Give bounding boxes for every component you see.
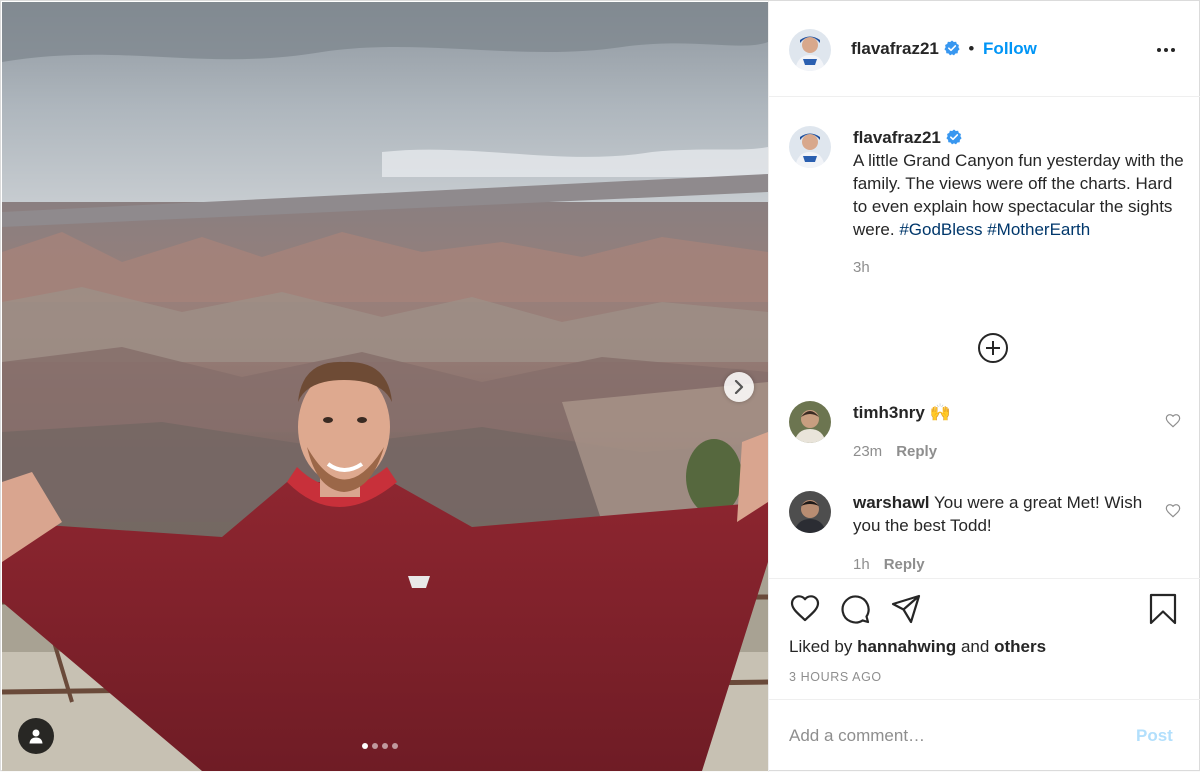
comment-timestamp: 23m: [853, 443, 883, 460]
commenter-username[interactable]: warshawl: [853, 493, 930, 512]
follow-button[interactable]: Follow: [983, 39, 1037, 58]
comment-like-heart-icon[interactable]: [1165, 413, 1181, 429]
post-header: flavafraz21 • Follow: [769, 1, 1200, 97]
comment-meta: 23m Reply: [853, 443, 937, 460]
likes-connector: and: [960, 637, 990, 656]
paper-plane-icon[interactable]: [890, 593, 922, 625]
likes-summary: Liked by hannahwing and others: [789, 637, 1046, 657]
commenter-avatar[interactable]: [789, 491, 831, 533]
post-caption: flavafraz21 A little Grand Canyon fun ye…: [853, 126, 1188, 279]
comment-body: timh3nry 🙌: [853, 401, 1143, 424]
caption-author-avatar[interactable]: [789, 126, 831, 168]
bookmark-icon[interactable]: [1147, 593, 1179, 625]
carousel-dot: [392, 743, 398, 749]
header-separator: •: [968, 39, 975, 58]
carousel-dot-active: [362, 743, 368, 749]
hashtag-link[interactable]: #MotherEarth: [987, 220, 1090, 239]
comments-section[interactable]: flavafraz21 A little Grand Canyon fun ye…: [769, 98, 1200, 578]
add-comment-input[interactable]: [789, 724, 1109, 748]
post-photo[interactable]: [2, 2, 768, 771]
commenter-avatar-image: [789, 491, 831, 533]
likes-prefix: Liked by: [789, 637, 853, 656]
user-tag-button[interactable]: [18, 718, 54, 754]
caption-timestamp: 3h: [853, 259, 870, 276]
comment-body: warshawl You were a great Met! Wish you …: [853, 491, 1143, 537]
author-avatar[interactable]: [789, 29, 831, 71]
liker-username[interactable]: hannahwing: [857, 637, 956, 656]
verified-badge-icon: [946, 129, 962, 145]
comment-text: 🙌: [929, 403, 951, 422]
chevron-right-icon: [734, 380, 744, 394]
carousel-indicator: [362, 743, 398, 749]
hashtag-link[interactable]: #GodBless: [899, 220, 982, 239]
commenter-username[interactable]: timh3nry: [853, 403, 925, 422]
add-comment-bar: Post: [769, 699, 1200, 772]
carousel-dot: [382, 743, 388, 749]
user-tag-icon: [29, 729, 43, 744]
post-actions: Liked by hannahwing and others 3 HOURS A…: [769, 578, 1200, 699]
next-photo-button[interactable]: [724, 372, 754, 402]
caption-author-avatar-image: [789, 126, 831, 168]
author-username[interactable]: flavafraz21: [851, 39, 939, 58]
reply-button[interactable]: Reply: [896, 443, 937, 460]
comment-timestamp: 1h: [853, 556, 870, 573]
photo-grand-canyon-image: [2, 2, 768, 771]
header-user-line: flavafraz21 • Follow: [851, 39, 1037, 59]
likes-others-link[interactable]: others: [994, 637, 1046, 656]
plus-circle-icon[interactable]: [977, 332, 1009, 364]
commenter-avatar[interactable]: [789, 401, 831, 443]
instagram-post-modal: flavafraz21 • Follow flavafraz21 A littl…: [0, 0, 1200, 772]
caption-username[interactable]: flavafraz21: [853, 128, 941, 147]
comment-bubble-icon[interactable]: [839, 593, 871, 625]
commenter-avatar-image: [789, 401, 831, 443]
more-options-icon[interactable]: [1155, 39, 1177, 61]
reply-button[interactable]: Reply: [884, 556, 925, 573]
author-avatar-image: [789, 29, 831, 71]
carousel-dot: [372, 743, 378, 749]
post-comment-button[interactable]: Post: [1136, 726, 1173, 746]
verified-badge-icon: [944, 40, 960, 56]
comment-meta: 1h Reply: [853, 556, 925, 573]
comment-like-heart-icon[interactable]: [1165, 503, 1181, 519]
heart-icon[interactable]: [789, 593, 821, 625]
post-side-panel: flavafraz21 • Follow flavafraz21 A littl…: [768, 1, 1200, 772]
post-timestamp: 3 HOURS AGO: [789, 670, 882, 684]
